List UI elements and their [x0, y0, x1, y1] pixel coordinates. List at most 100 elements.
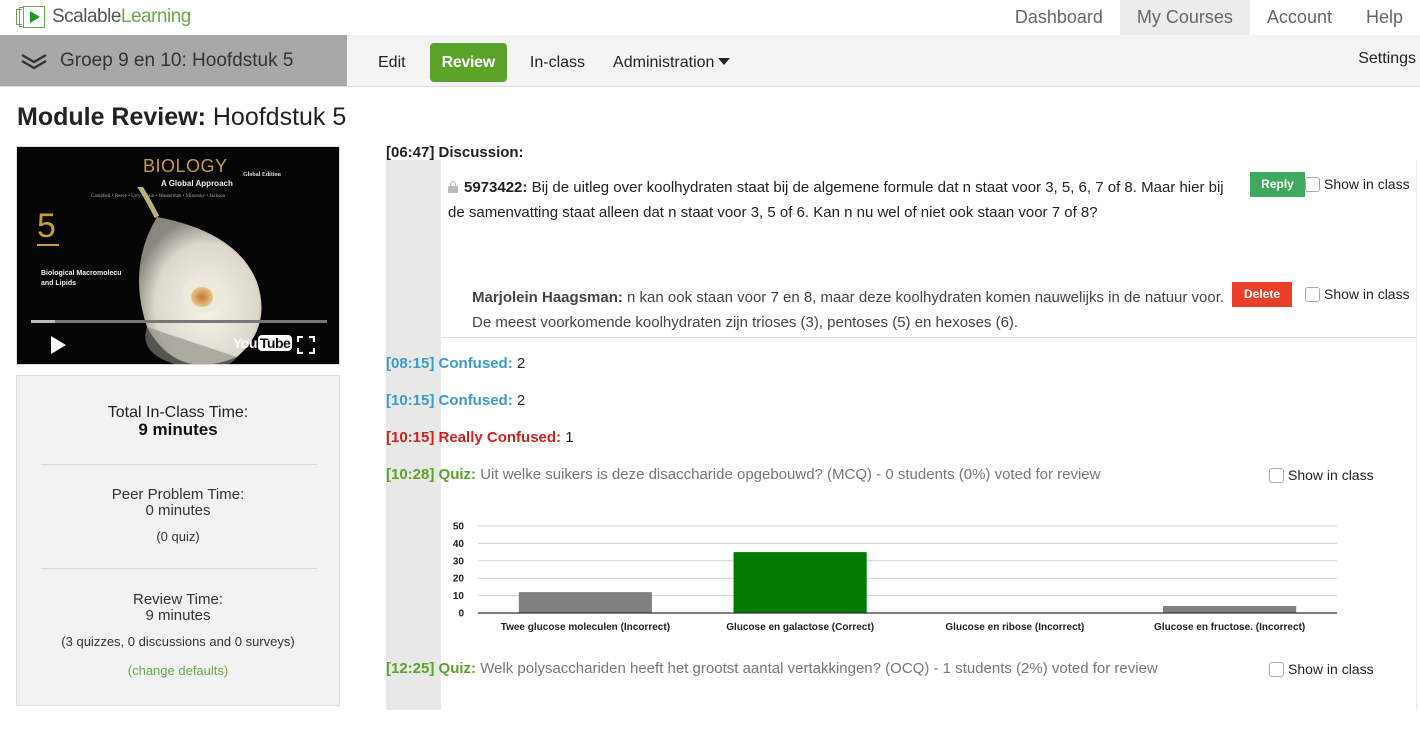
- divider: [41, 464, 317, 465]
- chapter-number: 5: [37, 207, 56, 245]
- question-text: Bij de uitleg over koolhydraten staat bi…: [448, 179, 1224, 221]
- entry-kind: Discussion:: [438, 144, 524, 161]
- quiz-entry: [10:28] Quiz: Uit welke suikers is deze …: [386, 466, 1100, 483]
- x-tick-label: Twee glucose moleculen (Incorrect): [501, 622, 670, 633]
- fullscreen-icon[interactable]: [297, 336, 315, 354]
- nav-help[interactable]: Help: [1349, 0, 1420, 35]
- entry-kind: Confused:: [438, 392, 513, 409]
- quiz-entry: [12:25] Quiz: Welk polysacchariden heeft…: [386, 660, 1158, 677]
- checkbox[interactable]: [1269, 661, 1284, 677]
- question-author: 5973422:: [464, 179, 528, 196]
- y-tick-label: 20: [453, 574, 465, 585]
- logo[interactable]: ScalableLearning: [16, 6, 191, 28]
- checkbox[interactable]: [1269, 467, 1284, 483]
- checkbox[interactable]: [1305, 176, 1320, 192]
- really-confused-marker: [10:15] Really Confused: 1: [386, 429, 574, 446]
- confused-marker: [10:15] Confused: 2: [386, 392, 525, 409]
- time-summary-panel: Total In-Class Time: 9 minutes Peer Prob…: [16, 375, 340, 706]
- confused-count: 2: [516, 355, 526, 372]
- logo-text: ScalableLearning: [52, 6, 191, 27]
- book-subtitle: A Global Approach: [161, 179, 233, 188]
- caret-down-icon: [718, 58, 731, 65]
- entry-kind: Really Confused:: [438, 429, 562, 446]
- timestamp[interactable]: [10:15]: [386, 429, 434, 446]
- tab-review[interactable]: Review: [429, 43, 507, 82]
- nav-my-courses[interactable]: My Courses: [1119, 0, 1250, 35]
- video-player[interactable]: BIOLOGY A Global Approach Global Edition…: [16, 146, 340, 365]
- quiz-results-chart: 0 10 20 30 40 50 Twee glucose moleculen (Incor…: [440, 515, 1360, 640]
- chapter-underline: [37, 244, 59, 246]
- reply-author: Marjolein Haagsman:: [472, 289, 623, 306]
- video-progress-fill: [31, 320, 55, 323]
- show-in-class-checkbox[interactable]: Show in class: [1305, 176, 1410, 192]
- y-tick-label: 40: [453, 539, 465, 550]
- show-in-class-checkbox[interactable]: Show in class: [1269, 661, 1374, 677]
- quiz-text: Uit welke suikers is deze disaccharide o…: [476, 466, 1101, 483]
- x-tick-label: Glucose en ribose (Incorrect): [945, 622, 1084, 633]
- show-in-class-checkbox[interactable]: Show in class: [1269, 467, 1374, 483]
- entry-kind: Confused:: [438, 355, 513, 372]
- total-time-label: Total In-Class Time:: [107, 404, 249, 421]
- page-title-module: Hoofdstuk 5: [205, 103, 347, 131]
- confused-marker: [08:15] Confused: 2: [386, 355, 525, 372]
- timestamp[interactable]: [12:25]: [386, 660, 434, 677]
- double-chevron-down-icon: [21, 53, 47, 69]
- entry-kind: Quiz:: [438, 660, 477, 677]
- x-tick-label: Glucose en fructose. (Incorrect): [1154, 622, 1305, 633]
- review-time-detail: (3 quizzes, 0 discussions and 0 surveys): [61, 634, 295, 649]
- lock-icon: [448, 181, 458, 193]
- total-time-value: 9 minutes: [138, 420, 218, 439]
- youtube-logo[interactable]: You Tube: [233, 335, 293, 351]
- change-defaults-link[interactable]: (change defaults): [17, 663, 339, 678]
- course-bar: Groep 9 en 10: Hoofdstuk 5 Edit Review I…: [0, 35, 1420, 87]
- timestamp[interactable]: [08:15]: [386, 355, 434, 372]
- confused-count: 2: [516, 392, 526, 409]
- page-title-label: Module Review:: [17, 103, 206, 131]
- peer-time-detail: (0 quiz): [156, 529, 200, 544]
- peer-time-section: Peer Problem Time: 0 minutes (0 quiz): [17, 486, 339, 545]
- review-time-value: 9 minutes: [145, 607, 211, 624]
- bar: [518, 592, 652, 613]
- entry-kind: Quiz:: [438, 466, 477, 483]
- book-title: BIOLOGY: [143, 156, 228, 176]
- quiz-results-svg: 0 10 20 30 40 50 Twee glucose moleculen (Incor…: [453, 522, 1337, 633]
- play-icon[interactable]: [51, 336, 66, 354]
- timeline-border: [1416, 160, 1417, 710]
- checkbox[interactable]: [1305, 286, 1320, 302]
- quiz-text: Welk polysacchariden heeft het grootst a…: [476, 660, 1158, 677]
- settings-link[interactable]: Settings: [1358, 50, 1416, 68]
- peer-time-label: Peer Problem Time:: [111, 486, 245, 503]
- show-in-class-checkbox[interactable]: Show in class: [1305, 286, 1410, 302]
- timestamp[interactable]: [10:15]: [386, 392, 434, 409]
- review-time-section: Review Time: 9 minutes (3 quizzes, 0 dis…: [17, 592, 339, 679]
- administration-dropdown[interactable]: Administration: [599, 43, 744, 82]
- top-nav: Dashboard My Courses Account Help: [998, 0, 1420, 35]
- administration-label: Administration: [613, 54, 715, 71]
- timestamp[interactable]: [06:47]: [386, 144, 434, 161]
- book-edition: Global Edition: [243, 172, 281, 178]
- discussion-header: [06:47] Discussion:: [386, 144, 524, 161]
- nav-account[interactable]: Account: [1250, 0, 1349, 35]
- peer-time-value: 0 minutes: [145, 502, 211, 519]
- tab-edit[interactable]: Edit: [364, 43, 420, 82]
- y-tick-label: 10: [453, 591, 465, 602]
- delete-button[interactable]: Delete: [1232, 282, 1292, 307]
- logo-icon: [16, 6, 48, 28]
- nav-dashboard[interactable]: Dashboard: [998, 0, 1120, 35]
- chapter-title: Biological Macromolecu and Lipids: [41, 270, 122, 287]
- course-title: Groep 9 en 10: Hoofdstuk 5: [60, 49, 294, 71]
- discussion-reply: Marjolein Haagsman: n kan ook staan voor…: [472, 285, 1232, 335]
- y-tick-label: 30: [453, 556, 465, 567]
- divider: [441, 337, 1416, 338]
- video-progress-bar[interactable]: [31, 320, 327, 323]
- tab-in-class[interactable]: In-class: [516, 43, 599, 82]
- y-tick-label: 0: [458, 609, 464, 620]
- really-confused-count: 1: [565, 429, 574, 446]
- total-time-section: Total In-Class Time: 9 minutes: [17, 404, 339, 439]
- reply-button[interactable]: Reply: [1250, 172, 1305, 197]
- timestamp[interactable]: [10:28]: [386, 466, 434, 483]
- course-selector[interactable]: Groep 9 en 10: Hoofdstuk 5: [0, 35, 347, 86]
- y-tick-label: 50: [453, 522, 465, 533]
- discussion-question: 5973422: Bij de uitleg over koolhydraten…: [448, 175, 1238, 225]
- book-authors: Campbell • Reece • Urry • Cain • Wasserm…: [91, 194, 226, 199]
